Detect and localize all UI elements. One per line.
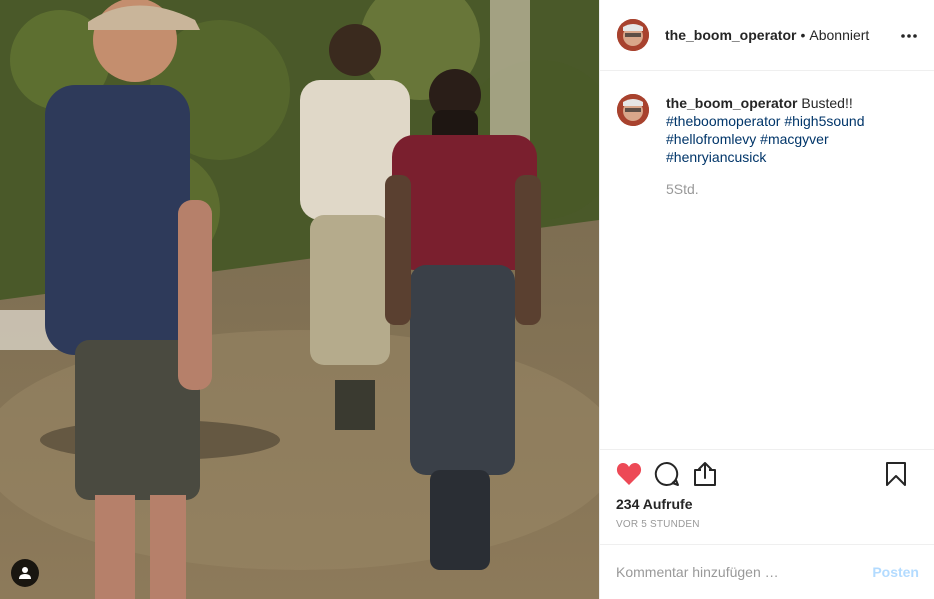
like-button[interactable] xyxy=(614,459,644,489)
caption-body: the_boom_operator Busted!! #theboomopera… xyxy=(666,94,919,198)
comment-input[interactable] xyxy=(616,564,873,580)
hashtag-link[interactable]: #theboomoperator xyxy=(666,113,780,129)
caption-avatar[interactable] xyxy=(617,94,649,126)
comments-area: the_boom_operator Busted!! #theboomopera… xyxy=(600,71,934,449)
separator-dot: • xyxy=(800,27,806,43)
post-actions: 234 Aufrufe VOR 5 STUNDEN xyxy=(600,449,934,544)
username-link[interactable]: the_boom_operator xyxy=(665,27,796,43)
caption: the_boom_operator Busted!! #theboomopera… xyxy=(617,94,919,198)
save-button[interactable] xyxy=(881,459,911,489)
comment-button[interactable] xyxy=(652,459,682,489)
hashtag-link[interactable]: #high5sound xyxy=(784,113,864,129)
view-count[interactable]: 234 Aufrufe xyxy=(616,496,919,512)
share-icon xyxy=(694,462,716,486)
action-icons xyxy=(616,450,919,498)
caption-time[interactable]: 5Std. xyxy=(666,180,919,198)
header-text: the_boom_operator • Abonniert xyxy=(665,27,869,43)
hashtag-link[interactable]: #hellofromlevy xyxy=(666,131,756,147)
person-icon xyxy=(19,567,31,579)
post-media[interactable] xyxy=(0,0,599,599)
comment-icon xyxy=(654,461,679,486)
post-header: the_boom_operator • Abonniert xyxy=(600,0,934,71)
post-comment-button[interactable]: Posten xyxy=(872,564,919,580)
more-options-icon xyxy=(901,34,917,38)
post-date[interactable]: VOR 5 STUNDEN xyxy=(616,519,919,530)
follow-status[interactable]: Abonniert xyxy=(809,27,869,43)
caption-username[interactable]: the_boom_operator xyxy=(666,95,797,111)
post-side-panel: the_boom_operator • Abonniert the_boom_o… xyxy=(599,0,934,599)
more-options-button[interactable] xyxy=(899,26,919,46)
heart-filled-icon xyxy=(616,463,642,485)
video-frame xyxy=(0,0,599,599)
hashtag-link[interactable]: #macgyver xyxy=(760,131,828,147)
share-button[interactable] xyxy=(690,459,720,489)
caption-message: Busted!! xyxy=(801,95,853,111)
avatar-image xyxy=(617,94,649,126)
caption-text: the_boom_operator Busted!! #theboomopera… xyxy=(666,94,919,166)
avatar-image xyxy=(617,19,649,51)
tagged-users-button[interactable] xyxy=(11,559,39,587)
bookmark-icon xyxy=(886,462,906,486)
hashtag-link[interactable]: #henryiancusick xyxy=(666,149,766,165)
avatar[interactable] xyxy=(617,19,649,51)
comment-form: Posten xyxy=(600,544,934,599)
